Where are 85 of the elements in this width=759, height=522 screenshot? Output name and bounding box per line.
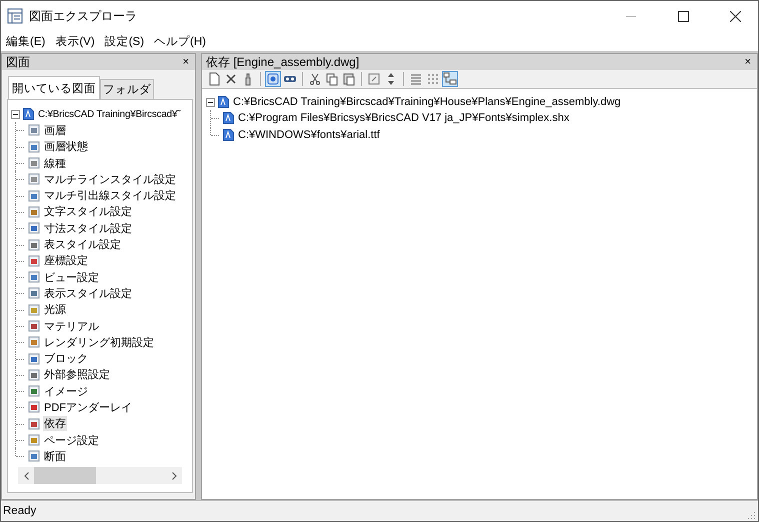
tree-item[interactable]: イメージ <box>43 384 89 399</box>
tab[interactable]: フォルダ <box>100 79 154 99</box>
item-icon <box>28 124 40 136</box>
maximize-icon[interactable] <box>678 10 688 22</box>
panel-title: 図面 <box>6 54 31 70</box>
toolbar-button[interactable] <box>307 71 323 87</box>
drawing-file-icon <box>223 128 234 141</box>
drawing-file-icon <box>218 96 229 108</box>
tree-item[interactable]: PDFアンダーレイ <box>43 400 133 415</box>
grid-icon <box>426 72 440 86</box>
toolbar-button[interactable] <box>324 71 340 87</box>
tree-item[interactable]: 光源 <box>43 302 67 318</box>
tree-item[interactable]: 画層 <box>43 122 67 138</box>
new-icon <box>207 72 221 86</box>
item-icon <box>28 140 40 153</box>
tree-item[interactable]: C:¥BricsCAD Training¥Bircscad¥˜ <box>37 108 182 120</box>
tree-item[interactable]: C:¥WINDOWS¥fonts¥arial.ttf <box>237 128 381 141</box>
drawing-file-icon <box>223 112 234 124</box>
tree-item[interactable]: 表スタイル設定 <box>43 237 122 252</box>
item-icon <box>28 254 40 267</box>
drawing-file-icon <box>23 108 34 120</box>
copy-icon <box>325 72 339 86</box>
tree-item[interactable]: ページ設定 <box>43 432 100 448</box>
item-icon <box>28 190 40 202</box>
tree-item[interactable]: 依存 <box>43 416 67 432</box>
panel-title: 依存 [Engine_assembly.dwg] <box>206 54 360 70</box>
menu-item[interactable]: ヘルプ(H) <box>151 34 209 48</box>
scroll-left-icon[interactable] <box>24 472 28 480</box>
menu-item[interactable]: 表示(V) <box>52 34 98 48</box>
app-icon <box>7 8 23 24</box>
tree-item[interactable]: 画層状態 <box>43 139 89 154</box>
item-icon <box>28 238 40 251</box>
item-icon <box>28 434 40 446</box>
paste-icon <box>342 72 356 86</box>
tree-item[interactable]: C:¥Program Files¥Bricsys¥BricsCAD V17 ja_JP¥Fonts¥simplex.shx <box>237 112 570 124</box>
item-icon <box>28 401 40 414</box>
menu-item[interactable]: 設定(S) <box>102 34 148 48</box>
item-icon <box>28 304 40 316</box>
tree-item[interactable]: ビュー設定 <box>43 270 100 285</box>
tree-icon <box>443 72 457 86</box>
menu-item[interactable]: 編集(E) <box>3 34 48 48</box>
item-icon <box>28 418 40 430</box>
tree-item[interactable]: C:¥BricsCAD Training¥Bircscad¥Training¥House¥Plans¥Engine_assembly.dwg <box>232 96 622 108</box>
delete-icon <box>224 72 238 86</box>
item-icon <box>28 368 40 381</box>
item-icon <box>28 206 40 218</box>
tree-item[interactable]: 断面 <box>43 448 67 464</box>
item-icon <box>28 173 40 186</box>
list-icon <box>409 72 423 86</box>
item-icon <box>28 287 40 300</box>
status-text: Ready <box>3 505 36 517</box>
tree-item[interactable]: 表示スタイル設定 <box>43 286 133 301</box>
tab[interactable]: 開いている図面 <box>8 76 100 99</box>
item-icon <box>28 336 40 348</box>
tree-item[interactable]: 寸法スタイル設定 <box>43 220 133 236</box>
item-icon <box>28 385 40 398</box>
item-icon <box>28 222 40 234</box>
resize-grip-icon[interactable] <box>748 511 756 519</box>
panel-close-button[interactable]: × <box>742 56 753 68</box>
tree-item[interactable]: 文字スタイル設定 <box>43 204 133 220</box>
tree-item[interactable]: ブロック <box>43 351 89 366</box>
tree-item[interactable]: マルチラインスタイル設定 <box>43 172 177 187</box>
tree-item[interactable]: マルチ引出線スタイル設定 <box>43 188 177 204</box>
toolbar-button[interactable] <box>265 71 281 87</box>
tree-item[interactable]: 線種 <box>43 156 67 171</box>
close-icon[interactable] <box>730 10 740 22</box>
tree-item[interactable]: 外部参照設定 <box>43 367 111 382</box>
item-icon <box>28 352 40 365</box>
scroll-right-icon[interactable] <box>172 472 176 480</box>
collapse-icon[interactable] <box>11 110 20 119</box>
item-icon <box>28 157 40 170</box>
item-icon <box>28 320 40 332</box>
item-icon <box>28 450 40 462</box>
collapse-icon[interactable] <box>206 98 215 107</box>
toolbar-button[interactable] <box>341 71 357 87</box>
horizontal-scrollbar[interactable] <box>18 467 182 484</box>
toolbar-button[interactable] <box>442 71 458 87</box>
window-title: 図面エクスプローラ <box>29 8 138 24</box>
tree-item[interactable]: 座標設定 <box>43 253 89 268</box>
tree-item[interactable]: レンダリング初期設定 <box>43 334 155 350</box>
target-icon <box>266 72 280 86</box>
tree-item[interactable]: マテリアル <box>43 318 100 334</box>
cut-icon <box>308 72 322 86</box>
panel-close-button[interactable]: × <box>180 56 191 68</box>
item-icon <box>28 271 40 284</box>
